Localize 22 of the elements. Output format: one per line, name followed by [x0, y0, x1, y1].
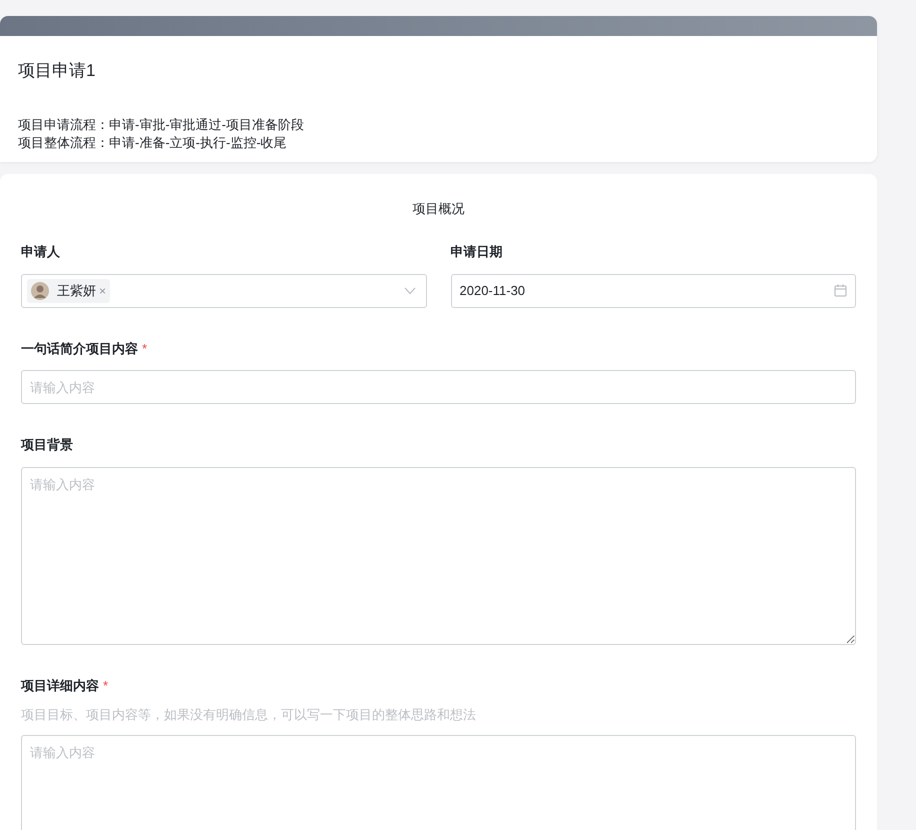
chevron-down-icon	[404, 286, 416, 294]
field-label: 一句话简介项目内容	[21, 340, 138, 358]
field-label: 项目背景	[21, 436, 73, 454]
page-title: 项目申请1	[18, 60, 96, 82]
date-field[interactable]: 2020-11-30	[450, 274, 856, 308]
section-title: 项目概况	[412, 200, 466, 218]
person-name: 王紫妍	[57, 282, 96, 300]
required-mark: *	[103, 676, 108, 694]
process-description: 项目整体流程：申请-准备-立项-执行-监控-收尾	[18, 134, 288, 152]
field-hint: 项目目标、项目内容等，如果没有明确信息，可以写一下项目的整体思路和想法	[21, 706, 477, 724]
field-label: 申请人	[21, 243, 60, 261]
person-select[interactable]: 王紫妍 ×	[21, 274, 426, 308]
text-area[interactable]: 请输入内容	[21, 466, 856, 644]
calendar-icon	[834, 284, 847, 297]
field-label: 申请日期	[450, 243, 502, 261]
date-value: 2020-11-30	[460, 282, 526, 300]
process-description: 项目申请流程：申请-审批-审批通过-项目准备阶段	[18, 116, 305, 134]
field-label: 项目详细内容	[21, 676, 99, 694]
avatar-icon	[31, 282, 49, 300]
required-mark: *	[142, 340, 148, 358]
input-field[interactable]: 请输入内容	[21, 370, 856, 404]
text-area[interactable]: 请输入内容	[21, 734, 856, 830]
